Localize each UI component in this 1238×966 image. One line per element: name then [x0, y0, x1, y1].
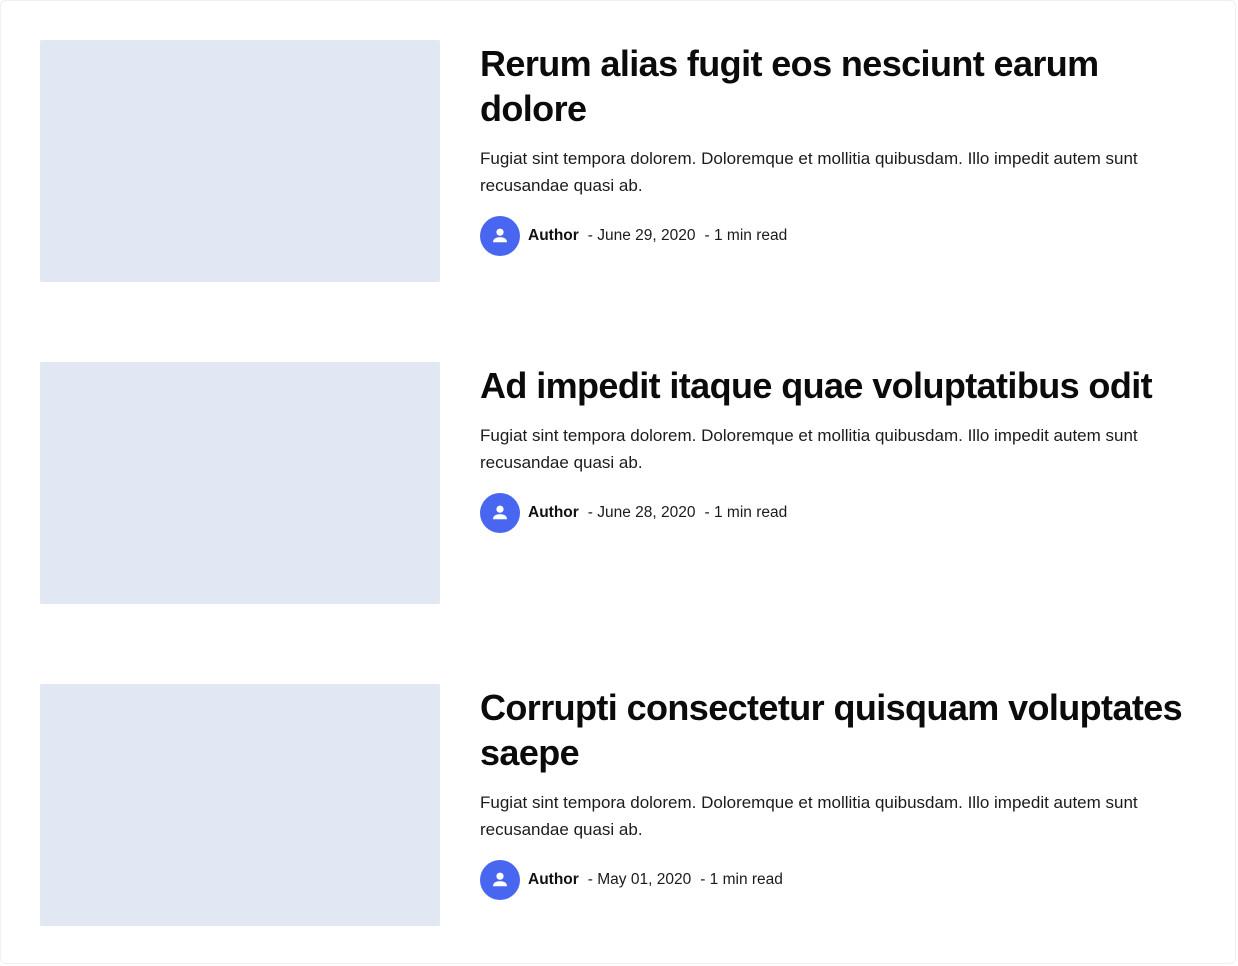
post-title-link[interactable]: Corrupti consectetur quisquam voluptates… — [480, 684, 1200, 775]
post-card: Corrupti consectetur quisquam voluptates… — [40, 684, 1200, 926]
post-meta: Author - May 01, 2020 - 1 min read — [480, 860, 1200, 900]
post-meta: Author - June 29, 2020 - 1 min read — [480, 216, 1200, 256]
post-excerpt: Fugiat sint tempora dolorem. Doloremque … — [480, 426, 1138, 472]
read-time: - 1 min read — [704, 504, 788, 521]
post-excerpt: Fugiat sint tempora dolorem. Doloremque … — [480, 149, 1138, 195]
post-list: Rerum alias fugit eos nesciunt earum dol… — [40, 40, 1200, 926]
author-name[interactable]: Author — [528, 871, 579, 889]
post-thumbnail[interactable] — [40, 40, 440, 282]
post-date: - May 01, 2020 — [587, 871, 692, 888]
avatar — [480, 493, 520, 533]
post-date: - June 28, 2020 — [587, 504, 696, 521]
author-name[interactable]: Author — [528, 227, 579, 245]
read-time: - 1 min read — [700, 871, 783, 888]
user-icon — [493, 872, 507, 887]
post-body: Rerum alias fugit eos nesciunt earum dol… — [480, 40, 1200, 256]
read-time: - 1 min read — [704, 227, 788, 244]
post-thumbnail[interactable] — [40, 684, 440, 926]
post-date: - June 29, 2020 — [587, 227, 696, 244]
post-thumbnail[interactable] — [40, 362, 440, 604]
user-icon — [493, 228, 507, 243]
post-body: Corrupti consectetur quisquam voluptates… — [480, 684, 1200, 900]
post-meta: Author - June 28, 2020 - 1 min read — [480, 493, 1200, 533]
post-card: Rerum alias fugit eos nesciunt earum dol… — [40, 40, 1200, 282]
post-card: Ad impedit itaque quae voluptatibus odit… — [40, 362, 1200, 604]
user-icon — [493, 505, 507, 520]
avatar — [480, 860, 520, 900]
author-name[interactable]: Author — [528, 504, 579, 522]
avatar — [480, 216, 520, 256]
post-body: Ad impedit itaque quae voluptatibus odit… — [480, 362, 1200, 533]
post-excerpt: Fugiat sint tempora dolorem. Doloremque … — [480, 793, 1138, 839]
post-title-link[interactable]: Rerum alias fugit eos nesciunt earum dol… — [480, 40, 1200, 131]
post-title-link[interactable]: Ad impedit itaque quae voluptatibus odit — [480, 362, 1200, 408]
